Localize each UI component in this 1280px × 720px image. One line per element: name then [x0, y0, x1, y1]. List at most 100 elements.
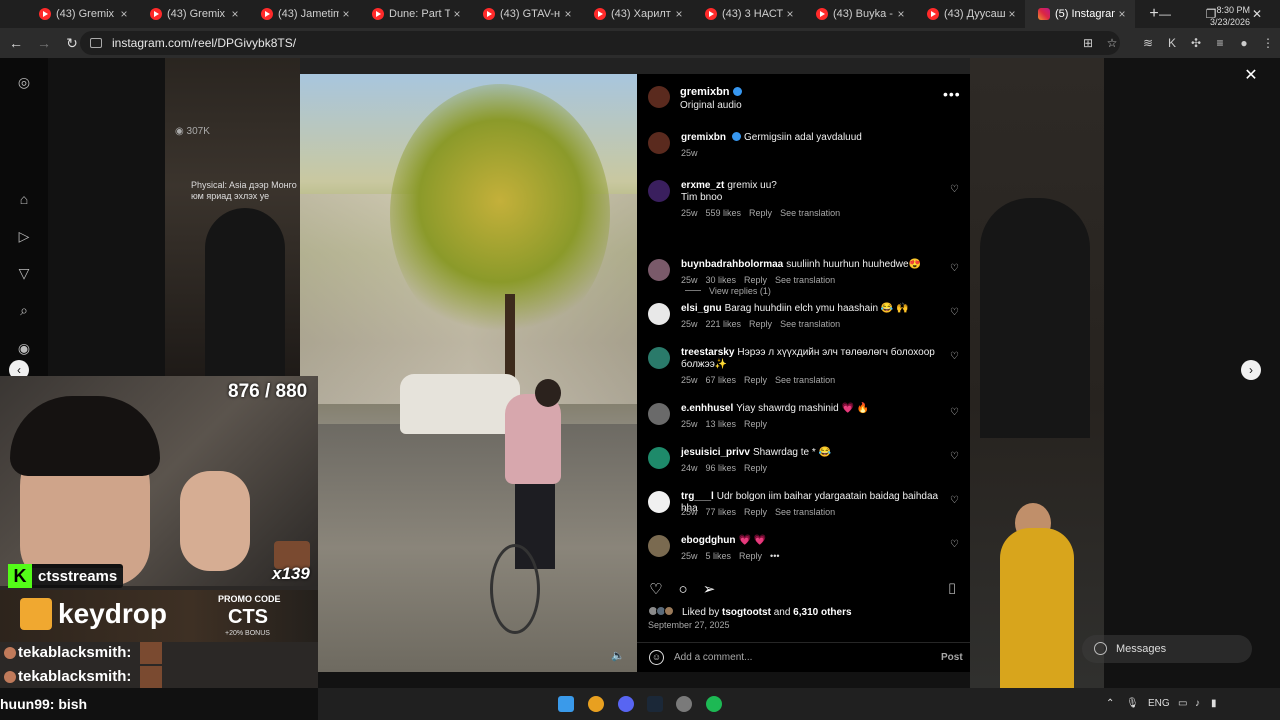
comment-user[interactable]: elsi_gnu	[681, 303, 722, 314]
forward-icon[interactable]: →	[32, 31, 56, 55]
comment-like-icon[interactable]: ♡	[950, 185, 960, 195]
comment-input[interactable]: Add a comment...	[674, 652, 752, 663]
comment-likes[interactable]: 67 likes	[706, 375, 737, 385]
reply-button[interactable]: Reply	[739, 551, 762, 561]
comment-avatar[interactable]	[648, 180, 670, 202]
menu-icon[interactable]: ⋮	[1256, 36, 1280, 50]
emoji-icon[interactable]: ☺	[649, 650, 664, 665]
start-icon[interactable]	[558, 696, 574, 712]
steam-icon[interactable]	[647, 696, 663, 712]
close-tab-icon[interactable]: ×	[672, 7, 686, 21]
close-tab-icon[interactable]: ×	[450, 7, 464, 21]
reels-icon[interactable]: ▷	[16, 228, 32, 244]
direct-icon[interactable]: ▽	[16, 265, 32, 281]
comment-likes[interactable]: 221 likes	[706, 319, 742, 329]
comment-likes[interactable]: 559 likes	[706, 208, 742, 218]
comment-likes[interactable]: 96 likes	[706, 463, 737, 473]
instagram-logo-icon[interactable]: ◎	[16, 74, 32, 90]
search-icon[interactable]: ⌕	[16, 302, 32, 318]
comment-likes[interactable]: 30 likes	[706, 275, 737, 285]
close-tab-icon[interactable]: ×	[1005, 7, 1019, 21]
caption-user[interactable]: gremixbn	[681, 132, 726, 143]
comment-avatar[interactable]	[648, 347, 670, 369]
home-icon[interactable]: ⌂	[16, 191, 32, 207]
previous-reel-preview[interactable]: ◉ 307K Physical: Asia дээр Монго юм яриа…	[165, 58, 300, 378]
app-icon[interactable]	[676, 696, 692, 712]
post-author[interactable]: gremixbn	[680, 86, 742, 98]
network-icon[interactable]: ▭	[1178, 698, 1187, 709]
browser-tab[interactable]: (43) Харилт Угу×	[581, 0, 692, 28]
close-reel-icon[interactable]: ✕	[1243, 68, 1259, 84]
share-icon[interactable]: ➢	[700, 581, 718, 599]
comment-more-icon[interactable]: •••	[770, 551, 779, 561]
extension-icon[interactable]: ≋	[1136, 36, 1160, 50]
minimize-icon[interactable]: —	[1142, 7, 1188, 21]
extension-k-icon[interactable]: K	[1160, 36, 1184, 50]
comment-like-icon[interactable]: ♡	[950, 308, 960, 318]
comment-avatar[interactable]	[648, 535, 670, 557]
comment-like-icon[interactable]: ♡	[950, 352, 960, 362]
browser-tab[interactable]: (43) GTAV-н ЧИН×	[470, 0, 581, 28]
see-translation-link[interactable]: See translation	[780, 208, 840, 218]
post-comment-button[interactable]: Post	[941, 652, 963, 663]
comment-avatar[interactable]	[648, 403, 670, 425]
close-tab-icon[interactable]: ×	[1115, 7, 1129, 21]
reply-button[interactable]: Reply	[744, 419, 767, 429]
close-tab-icon[interactable]: ×	[561, 7, 575, 21]
browser-tab[interactable]: (43) Jametime Ба×	[248, 0, 359, 28]
next-reel-preview[interactable]	[970, 58, 1104, 688]
volume-icon[interactable]: ♪	[1195, 698, 1200, 709]
see-translation-link[interactable]: See translation	[780, 319, 840, 329]
comment-like-icon[interactable]: ♡	[950, 452, 960, 462]
comment-avatar[interactable]	[648, 447, 670, 469]
system-clock[interactable]: 8:30 PM 3/23/2026	[1210, 4, 1250, 28]
comment-likes[interactable]: 5 likes	[706, 551, 732, 561]
next-arrow-icon[interactable]: ›	[1241, 360, 1261, 380]
comment-avatar[interactable]	[648, 259, 670, 281]
reply-button[interactable]: Reply	[744, 375, 767, 385]
back-icon[interactable]: ←	[4, 31, 28, 55]
more-options-icon[interactable]: •••	[943, 86, 961, 102]
site-info-icon[interactable]	[90, 38, 102, 48]
browser-tab[interactable]: Dune: Part Three×	[359, 0, 470, 28]
comment-avatar[interactable]	[648, 303, 670, 325]
browser-tab[interactable]: (5) Instagram ×	[1025, 0, 1135, 28]
reply-button[interactable]: Reply	[744, 275, 767, 285]
liked-by[interactable]: Liked by tsogtootst and 6,310 others	[648, 606, 852, 618]
save-icon[interactable]: ⌷	[943, 581, 961, 599]
comment-like-icon[interactable]: ♡	[950, 540, 960, 550]
post-author-avatar[interactable]	[648, 86, 670, 108]
puzzle-icon[interactable]: ✣	[1184, 36, 1208, 50]
comment-user[interactable]: ebogdghun	[681, 535, 735, 546]
reel-video[interactable]: 🔈	[300, 74, 637, 672]
see-translation-link[interactable]: See translation	[775, 375, 835, 385]
comment-user[interactable]: treestarsky	[681, 347, 734, 358]
bookmark-star-icon[interactable]: ☆	[1100, 36, 1124, 50]
url-text[interactable]: instagram.com/reel/DPGivybk8TS/	[112, 36, 296, 50]
profile-avatar[interactable]: ●	[1232, 36, 1256, 50]
close-tab-icon[interactable]: ×	[783, 7, 797, 21]
comment-like-icon[interactable]: ♡	[950, 408, 960, 418]
close-tab-icon[interactable]: ×	[228, 7, 242, 21]
comment-user[interactable]: erxme_zt	[681, 180, 724, 191]
like-icon[interactable]: ♡	[647, 581, 665, 599]
browser-tab[interactable]: (43) 3 НАСТАЙ Х×	[692, 0, 803, 28]
comment-user[interactable]: jesuisici_privv	[681, 447, 750, 458]
mute-icon[interactable]: 🔈	[611, 649, 625, 663]
comment-user[interactable]: e.enhhusel	[681, 403, 733, 414]
browser-tab[interactable]: (43) Gremix Зар×	[26, 0, 137, 28]
audio-label[interactable]: Original audio	[680, 100, 742, 111]
comment-likes[interactable]: 13 likes	[706, 419, 737, 429]
discord-icon[interactable]	[618, 696, 634, 712]
explore-icon[interactable]: ◉	[16, 340, 32, 356]
caption-avatar[interactable]	[648, 132, 670, 154]
close-tab-icon[interactable]: ×	[339, 7, 353, 21]
comment-likes[interactable]: 77 likes	[706, 507, 737, 517]
tray-chevron-icon[interactable]: ⌃	[1106, 698, 1114, 709]
reply-button[interactable]: Reply	[749, 319, 772, 329]
reply-button[interactable]: Reply	[749, 208, 772, 218]
view-replies-link[interactable]: View replies (1)	[685, 286, 771, 296]
close-tab-icon[interactable]: ×	[117, 7, 131, 21]
comment-like-icon[interactable]: ♡	[950, 496, 960, 506]
browser-tab[interactable]: (43) Buyka - Mon×	[803, 0, 914, 28]
